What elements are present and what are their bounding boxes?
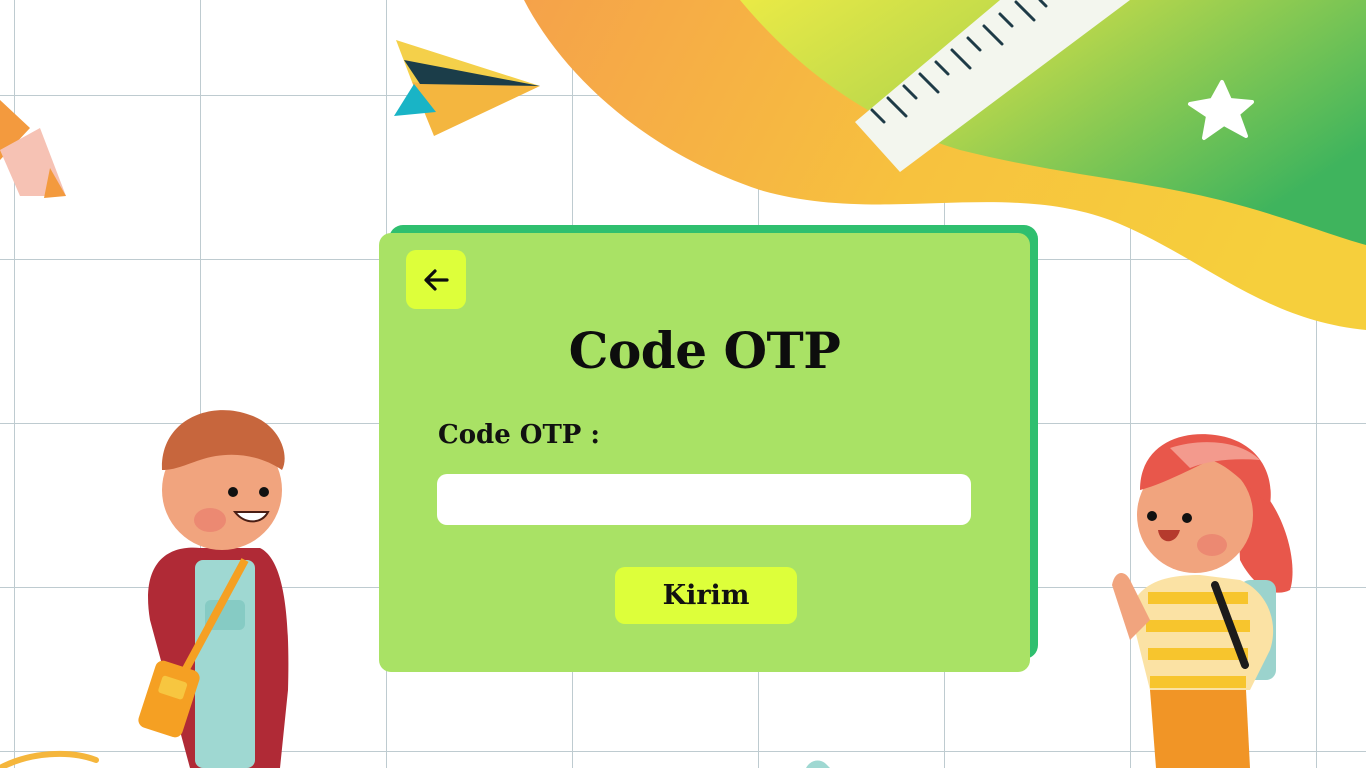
pencil-decoration <box>0 100 66 198</box>
leaf-decoration <box>806 760 830 768</box>
otp-card: Code OTP Code OTP : Kirim <box>379 233 1030 672</box>
otp-field-label: Code OTP : <box>438 420 601 450</box>
otp-input[interactable] <box>437 474 971 525</box>
paper-plane-decoration <box>394 40 540 136</box>
page-title: Code OTP <box>568 321 841 380</box>
arrow-left-icon <box>424 268 449 291</box>
boy-illustration <box>138 410 289 768</box>
submit-button[interactable]: Kirim <box>615 567 797 624</box>
scribble-decoration <box>0 750 99 768</box>
girl-illustration <box>1112 434 1293 768</box>
back-button[interactable] <box>406 250 466 309</box>
